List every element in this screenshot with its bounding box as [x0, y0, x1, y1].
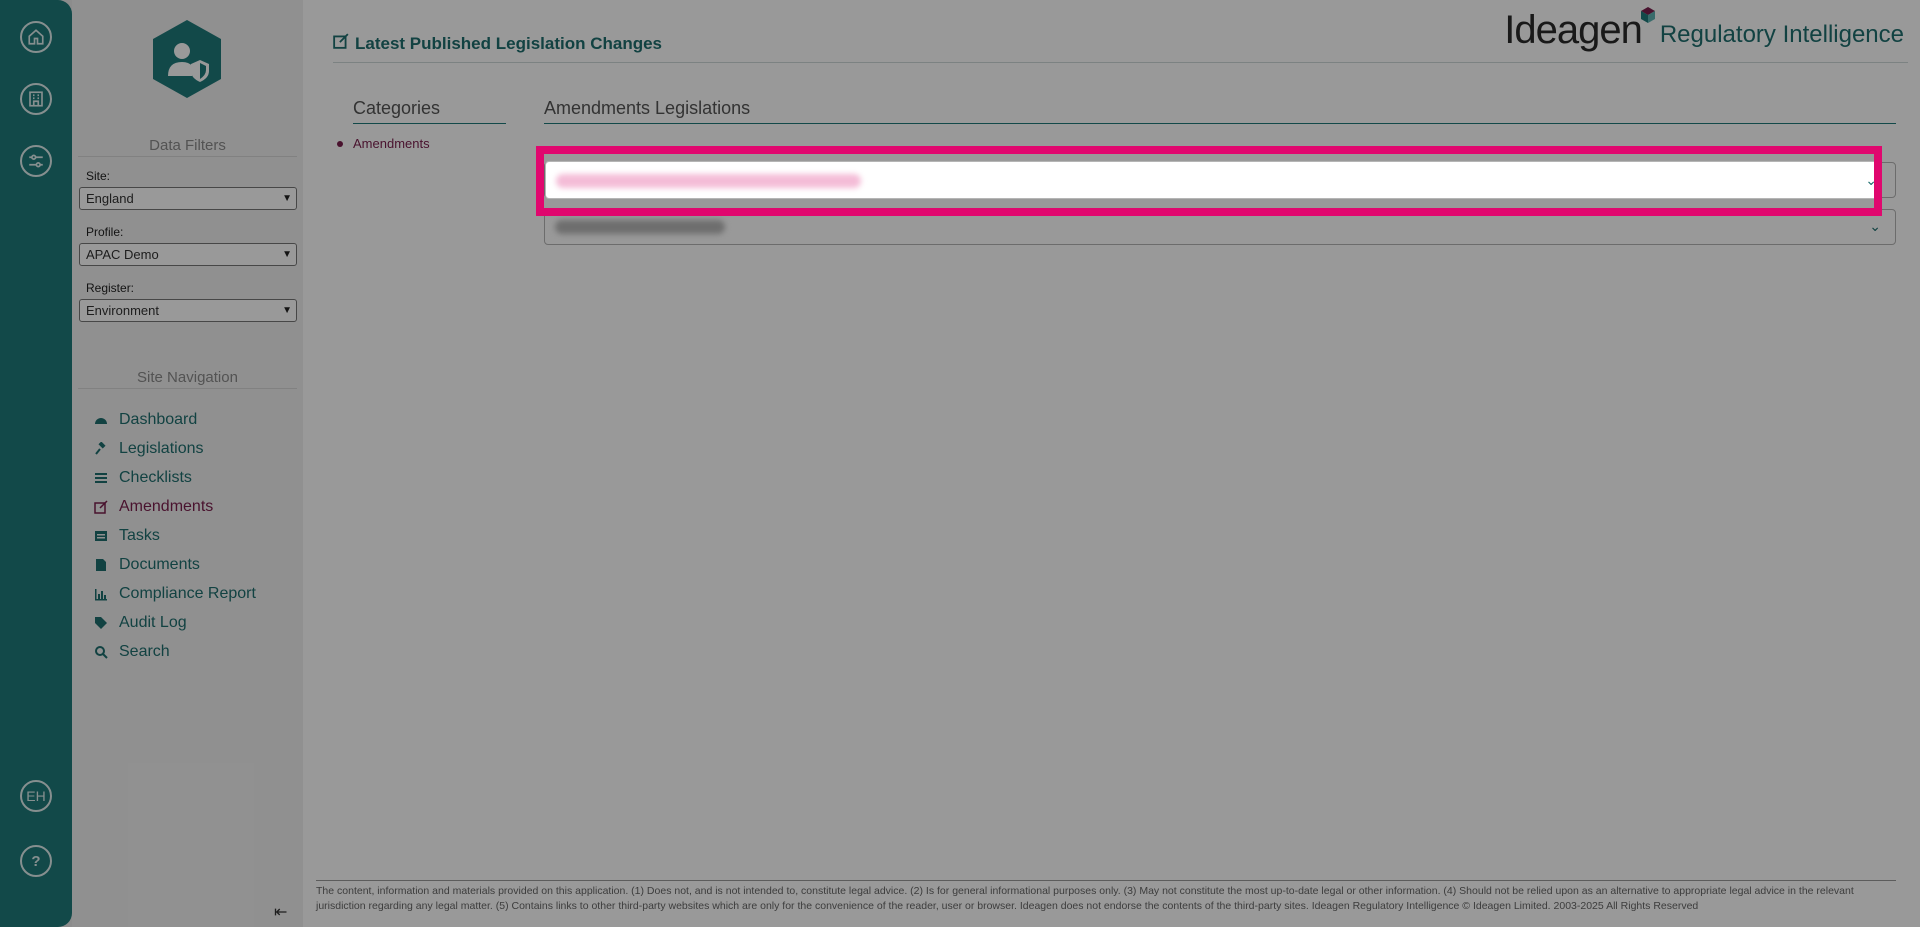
chevron-down-icon: ▼: [282, 249, 292, 260]
nav-item-dashboard[interactable]: Dashboard: [94, 411, 197, 429]
site-select[interactable]: England ▼: [79, 187, 297, 210]
brand-mark-icon: [1640, 7, 1655, 23]
gavel-icon: [94, 442, 108, 456]
search-icon: [94, 645, 108, 659]
user-initials: EH: [26, 788, 46, 804]
home-icon[interactable]: [20, 21, 52, 53]
brand-product: Regulatory Intelligence: [1659, 21, 1904, 48]
nav-item-search[interactable]: Search: [94, 643, 170, 661]
tags-icon: [94, 616, 108, 630]
app-rail: EH ?: [0, 0, 72, 927]
brand-logo: Ideagen Regulatory Intelligence: [1504, 7, 1904, 53]
data-filters-title: Data Filters: [78, 137, 297, 157]
chevron-down-icon: ▼: [282, 305, 292, 316]
help-icon[interactable]: ?: [20, 845, 52, 877]
main-content: Latest Published Legislation Changes Ide…: [303, 0, 1920, 927]
chart-icon: [94, 587, 108, 601]
sidebar: Data Filters Site: England ▼ Profile: APA…: [72, 0, 303, 927]
chevron-down-icon: ⌄: [1869, 218, 1881, 234]
sliders-icon[interactable]: [20, 145, 52, 177]
category-item-amendments[interactable]: Amendments: [337, 136, 430, 151]
nav-item-checklists[interactable]: Checklists: [94, 469, 192, 487]
brand-name: Ideagen: [1504, 7, 1655, 53]
footer-divider: [316, 880, 1896, 881]
tasks-icon: [94, 529, 108, 543]
profile-shield-logo: [153, 20, 221, 98]
nav-item-compliance-report[interactable]: Compliance Report: [94, 585, 256, 603]
edit-icon: [94, 500, 108, 514]
collapse-sidebar-button[interactable]: ⇤: [274, 902, 287, 922]
register-label: Register:: [86, 281, 135, 295]
profile-label: Profile:: [86, 225, 124, 239]
list-icon: [94, 471, 108, 485]
bullet-icon: [337, 140, 343, 147]
nav-item-tasks[interactable]: Tasks: [94, 527, 160, 545]
site-navigation-title: Site Navigation: [78, 369, 297, 389]
building-icon[interactable]: [20, 83, 52, 115]
profile-select[interactable]: APAC Demo ▼: [79, 243, 297, 266]
legal-disclaimer: The content, information and materials p…: [316, 885, 1854, 912]
categories-title: Categories: [353, 98, 506, 124]
chevron-down-icon: ▼: [282, 193, 292, 204]
header-divider: [333, 62, 1908, 63]
redacted-text: [555, 220, 725, 234]
edit-icon: [333, 33, 349, 54]
page-title: Latest Published Legislation Changes: [333, 33, 662, 54]
dashboard-icon: [94, 413, 108, 427]
amendments-legislations-title: Amendments Legislations: [544, 98, 1896, 124]
highlight-frame: [536, 146, 1882, 216]
nav-item-amendments[interactable]: Amendments: [94, 498, 213, 516]
register-select[interactable]: Environment ▼: [79, 299, 297, 322]
site-label: Site:: [86, 169, 111, 183]
document-icon: [94, 558, 108, 572]
nav-item-documents[interactable]: Documents: [94, 556, 200, 574]
user-avatar[interactable]: EH: [20, 780, 52, 812]
nav-item-audit-log[interactable]: Audit Log: [94, 614, 187, 632]
nav-item-legislations[interactable]: Legislations: [94, 440, 204, 458]
